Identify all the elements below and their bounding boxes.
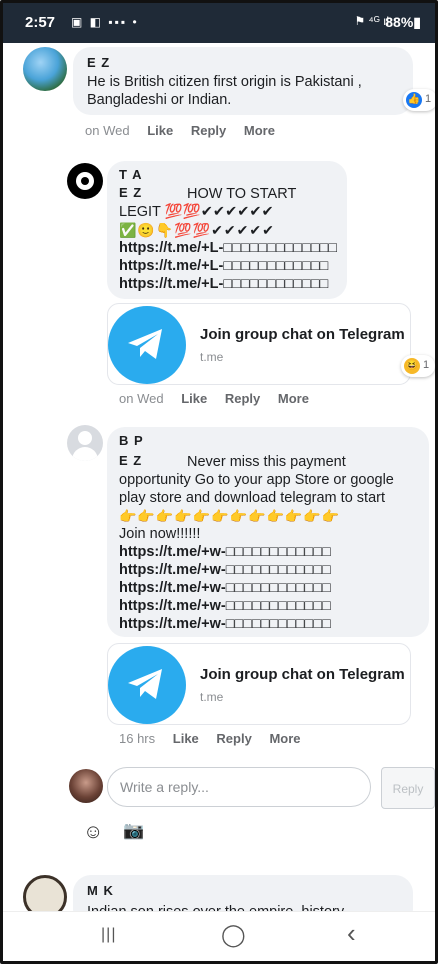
comment-bubble-t-a: T A E Z HOW TO START LEGIT 💯💯✔✔✔✔✔✔ ✅🙂👇💯… [107,161,347,299]
telegram-link[interactable]: https://t.me/+w-□□□□□□□□□□□□ [119,597,331,615]
link-preview-card[interactable]: Join group chat on Telegram t.me [107,643,411,725]
telegram-link[interactable]: https://t.me/+w-□□□□□□□□□□□□ [119,561,331,579]
more-button[interactable]: More [269,731,300,746]
comment-time: on Wed [85,123,130,138]
more-button[interactable]: More [278,391,309,406]
recents-icon[interactable]: ||| [101,926,116,944]
emoji-line: ✅🙂👇💯💯✔✔✔✔✔ [119,222,275,238]
screen: 2:57 ▣ ◧ ▪▪▪ • ⚑ ⁴ᴳ ıl 88%▮ E Z He is Br… [0,0,438,964]
telegram-link[interactable]: https://t.me/+L-□□□□□□□□□□□□ [119,257,328,275]
like-button[interactable]: Like [147,123,173,138]
comment-author[interactable]: M K [87,883,114,898]
status-time: 2:57 [25,14,56,31]
telegram-logo-icon [108,646,186,724]
mention-tag[interactable]: E Z [119,185,142,200]
avatar-b-p[interactable] [67,425,103,461]
notification-icons: ▣ ◧ ▪▪▪ • [71,15,139,29]
card-domain: t.me [200,350,224,364]
comment-text: Never miss this payment [187,454,346,470]
comment-text-line: play store and download telegram to star… [119,490,385,506]
reaction-badge[interactable]: 👍 1 [403,89,435,111]
reply-submit-button[interactable]: Reply [381,767,435,809]
comment-author[interactable]: T A [119,167,142,182]
comment-actions: on Wed Like Reply More [119,391,323,406]
avatar-e-z[interactable] [23,47,67,91]
status-bar: 2:57 ▣ ◧ ▪▪▪ • ⚑ ⁴ᴳ ıl 88%▮ [3,3,435,43]
system-nav-bar: ||| ◯ ‹ [3,911,435,961]
reply-button[interactable]: Reply [216,731,251,746]
home-icon[interactable]: ◯ [221,922,246,948]
comment-text-line: opportunity Go to your app Store or goog… [119,472,394,488]
comment-time: 16 hrs [119,731,156,746]
like-button[interactable]: Like [173,731,199,746]
telegram-link[interactable]: https://t.me/+w-□□□□□□□□□□□□ [119,615,331,633]
comment-text: HOW TO START [187,186,297,202]
comment-text: He is British citizen first origin is Pa… [87,74,362,108]
back-icon[interactable]: ‹ [347,918,356,949]
link-preview-card[interactable]: Join group chat on Telegram t.me [107,303,411,385]
reaction-count: 1 [425,93,432,105]
comment-bubble-b-p: B P E Z Never miss this payment opportun… [107,427,429,637]
reply-button[interactable]: Reply [191,123,226,138]
reaction-count: 1 [423,359,430,371]
card-domain: t.me [200,690,224,704]
mention-tag[interactable]: E Z [119,453,142,468]
telegram-logo-icon [108,306,186,384]
card-title: Join group chat on Telegram [200,666,405,683]
reply-input[interactable]: Write a reply... [107,767,371,807]
comment-bubble-e-z: E Z He is British citizen first origin i… [73,47,413,115]
comment-author[interactable]: B P [119,433,144,448]
telegram-link[interactable]: https://t.me/+L-□□□□□□□□□□□□ [119,275,328,293]
telegram-link[interactable]: https://t.me/+w-□□□□□□□□□□□□ [119,579,331,597]
haha-reaction-icon: 😆 [404,358,420,374]
emoji-icon[interactable]: ☺ [83,821,103,844]
avatar-t-a[interactable] [67,163,103,199]
reply-placeholder: Write a reply... [120,779,209,795]
more-button[interactable]: More [244,123,275,138]
reaction-badge[interactable]: 😆 1 [401,355,435,377]
telegram-link[interactable]: https://t.me/+L-□□□□□□□□□□□□□ [119,239,337,257]
comment-actions: 16 hrs Like Reply More [119,731,315,746]
signal-icons: ⚑ ⁴ᴳ ıl [354,14,389,28]
emoji-line: 👉👉👉👉👉👉👉👉👉👉👉👉 [119,508,341,524]
comment-author[interactable]: E Z [87,55,110,70]
reply-button[interactable]: Reply [225,391,260,406]
like-button[interactable]: Like [181,391,207,406]
telegram-link[interactable]: https://t.me/+w-□□□□□□□□□□□□ [119,543,331,561]
current-user-avatar [69,769,103,803]
join-text: Join now!!!!!! [119,526,201,542]
comment-actions: on Wed Like Reply More [85,123,289,138]
battery-indicator: 88%▮ [385,14,421,30]
card-title: Join group chat on Telegram [200,326,405,343]
camera-icon[interactable]: 📷 [123,821,144,841]
like-reaction-icon: 👍 [406,92,422,108]
comment-time: on Wed [119,391,164,406]
comment-text-line: LEGIT 💯💯✔✔✔✔✔✔ [119,204,274,220]
